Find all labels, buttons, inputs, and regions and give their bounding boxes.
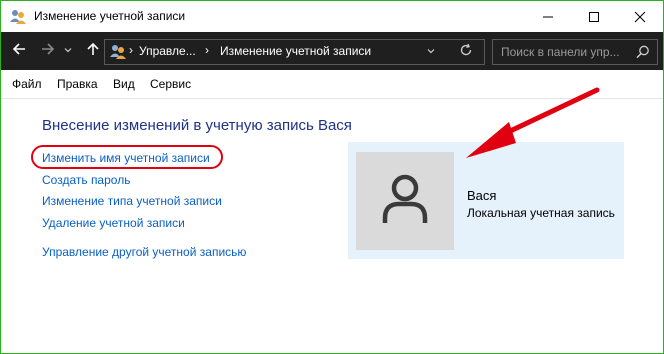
account-type: Локальная учетная запись [467,206,615,220]
menu-file[interactable]: Файл [12,77,42,91]
change-account-type-link[interactable]: Изменение типа учетной записи [42,194,222,208]
menu-tools[interactable]: Сервис [150,77,191,91]
search-box[interactable]: Поиск в панели упр... [492,39,658,65]
users-icon [9,8,27,26]
search-input[interactable]: Поиск в панели упр... [501,45,629,59]
change-name-link[interactable]: Изменить имя учетной записи [42,151,210,165]
menu-view[interactable]: Вид [113,77,135,91]
breadcrumb-item-current[interactable]: Изменение учетной записи [220,44,371,58]
refresh-button[interactable] [457,43,475,61]
breadcrumb-separator: › [205,43,209,57]
breadcrumb-item-control-panel[interactable]: Управле... [139,44,196,58]
maximize-icon [588,11,600,23]
recent-locations-button[interactable] [62,42,74,60]
menu-edit[interactable]: Правка [57,77,98,91]
close-icon [634,11,646,23]
window-title: Изменение учетной записи [34,9,186,23]
menu-bar: Файл Правка Вид Сервис [1,70,663,99]
forward-button[interactable] [39,42,57,60]
arrow-right-icon [40,41,56,62]
address-bar[interactable]: › Управле... › Изменение учетной записи [104,39,485,65]
create-password-link[interactable]: Создать пароль [42,173,130,187]
address-dropdown-button[interactable] [424,44,438,60]
search-icon[interactable] [635,44,651,60]
user-avatar-icon [377,171,433,232]
title-bar: Изменение учетной записи [1,1,663,32]
arrow-left-icon [11,41,27,62]
arrow-up-icon [85,41,101,62]
maximize-button[interactable] [571,1,617,32]
chevron-down-icon [63,42,73,60]
avatar [356,152,454,250]
delete-account-link[interactable]: Удаление учетной записи [42,216,185,230]
minimize-icon [542,11,554,23]
page-title: Внесение изменений в учетную запись Вася [42,117,352,134]
window: Изменение учетной записи › Управле... › … [0,0,664,354]
user-name: Вася [467,188,497,203]
close-button[interactable] [617,1,663,32]
user-info-panel: Вася Локальная учетная запись [348,142,624,259]
manage-another-account-link[interactable]: Управление другой учетной записью [42,245,246,259]
back-button[interactable] [10,42,28,60]
chevron-down-icon [426,43,436,61]
minimize-button[interactable] [525,1,571,32]
up-button[interactable] [84,42,102,60]
navigation-bar: › Управле... › Изменение учетной записи … [1,32,663,70]
breadcrumb-separator: › [129,43,133,57]
refresh-icon [459,43,473,62]
users-icon [109,43,127,61]
